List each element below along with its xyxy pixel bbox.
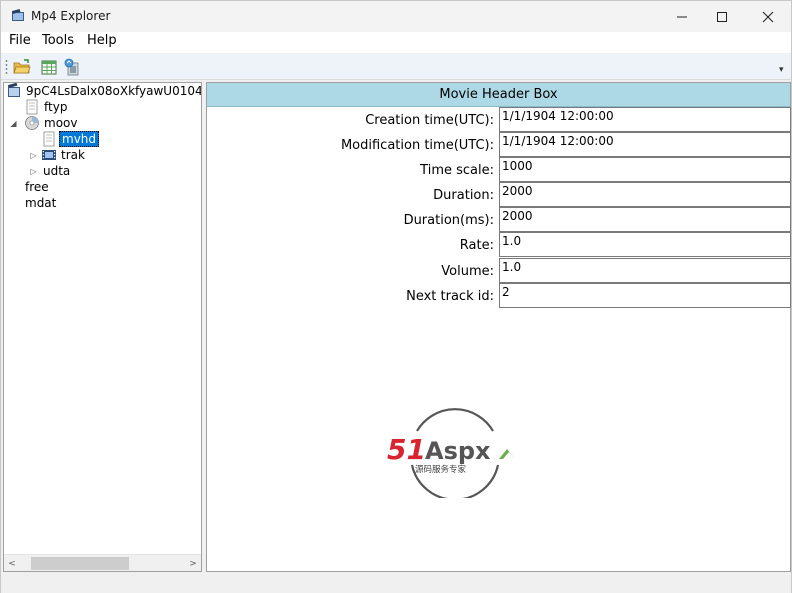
tree-label-free: free [25,180,49,194]
tree-label-mdat: mdat [25,196,57,210]
watermark-logo: 51 Aspx 源码服务专家 [387,408,515,498]
field-label: Modification time(UTC): [340,138,494,153]
svg-text:51: 51 [387,433,426,466]
creation-time-value[interactable]: 1/1/1904 12:00:00 [499,107,791,132]
close-icon [762,11,774,22]
open-folder-icon [13,59,31,74]
disc-icon [25,116,39,130]
close-button[interactable] [745,1,791,32]
toolbar-grip[interactable] [5,59,8,75]
menu-file[interactable]: File [9,33,31,48]
scroll-left-icon[interactable]: < [4,555,20,571]
menu-bar: File Tools Help [1,32,791,53]
filmstrip-icon [42,150,56,160]
expander-collapsed-icon[interactable]: ▷ [29,151,38,160]
export-icon [64,58,79,76]
field-modification-time: Modification time(UTC): 1/1/1904 12:00:0… [207,132,791,157]
scroll-right-icon[interactable]: > [185,555,201,571]
rate-value[interactable]: 1.0 [499,232,791,257]
field-label: Volume: [441,264,494,279]
maximize-button[interactable] [699,1,745,32]
grid-view-button[interactable] [39,57,59,77]
field-label: Next track id: [406,289,494,304]
film-file-icon [7,83,20,97]
tree-label-mvhd: mvhd [59,131,100,147]
field-duration: Duration: 2000 [207,182,791,207]
box-title: Movie Header Box [207,83,790,107]
field-label: Duration(ms): [403,213,494,228]
tree-label-udta: udta [43,164,71,178]
horizontal-scrollbar[interactable]: < > [4,554,201,571]
tree-node-free[interactable]: free [23,179,51,195]
status-bar [1,575,791,593]
tree-node-moov[interactable]: moov [24,115,79,131]
app-window: Mp4 Explorer File Tools Help ▾ 9pC4LsDal… [0,0,792,593]
tree-node-udta[interactable]: udta [41,163,72,179]
export-button[interactable] [62,57,82,77]
tree-node-mvhd[interactable]: mvhd [41,131,100,147]
field-time-scale: Time scale: 1000 [207,157,791,182]
svg-text:源码服务专家: 源码服务专家 [415,464,467,475]
duration-value[interactable]: 2000 [499,182,791,207]
field-creation-time: Creation time(UTC): 1/1/1904 12:00:00 [207,107,791,132]
field-label: Duration: [433,188,494,203]
volume-value[interactable]: 1.0 [499,258,791,283]
field-label: Creation time(UTC): [365,113,494,128]
tree-node-ftyp[interactable]: ftyp [24,99,69,115]
svg-text:Aspx: Aspx [425,437,491,465]
field-label: Time scale: [420,163,494,178]
window-title: Mp4 Explorer [31,9,111,23]
tree-label-moov: moov [44,116,78,130]
title-bar[interactable]: Mp4 Explorer [1,1,791,32]
tree-node-trak[interactable]: trak [41,147,87,163]
menu-help[interactable]: Help [87,33,117,48]
expander-expanded-icon[interactable]: ◢ [9,119,18,128]
tree-node-root[interactable]: 9pC4LsDalx08oXkfyawU010412 [6,83,202,99]
menu-tools[interactable]: Tools [42,33,74,48]
box-details-panel: Movie Header Box Creation time(UTC): 1/1… [206,82,791,572]
maximize-icon [717,11,727,22]
tree-label-trak: trak [61,148,85,162]
field-next-track-id: Next track id: 2 [207,283,791,308]
minimize-icon [677,16,687,17]
table-icon [41,60,57,74]
next-track-id-value[interactable]: 2 [499,283,791,308]
time-scale-value[interactable]: 1000 [499,157,791,182]
box-tree[interactable]: 9pC4LsDalx08oXkfyawU010412 ftyp ◢ moov m… [3,82,202,572]
scrollbar-thumb[interactable] [31,557,129,570]
expander-collapsed-icon[interactable]: ▷ [29,167,38,176]
tree-root-label: 9pC4LsDalx08oXkfyawU010412 [26,84,202,98]
duration-ms-value[interactable]: 2000 [499,207,791,232]
app-film-icon [11,9,24,21]
modification-time-value[interactable]: 1/1/1904 12:00:00 [499,132,791,157]
field-rate: Rate: 1.0 [207,232,791,257]
tree-node-mdat[interactable]: mdat [23,195,58,211]
field-label: Rate: [459,238,494,253]
field-volume: Volume: 1.0 [207,258,791,283]
field-duration-ms: Duration(ms): 2000 [207,207,791,232]
open-file-button[interactable] [12,57,32,77]
tree-label-ftyp: ftyp [44,100,68,114]
toolbar: ▾ [1,54,791,80]
document-icon [43,131,55,147]
toolbar-overflow-icon[interactable]: ▾ [779,66,789,78]
document-icon [26,99,38,115]
